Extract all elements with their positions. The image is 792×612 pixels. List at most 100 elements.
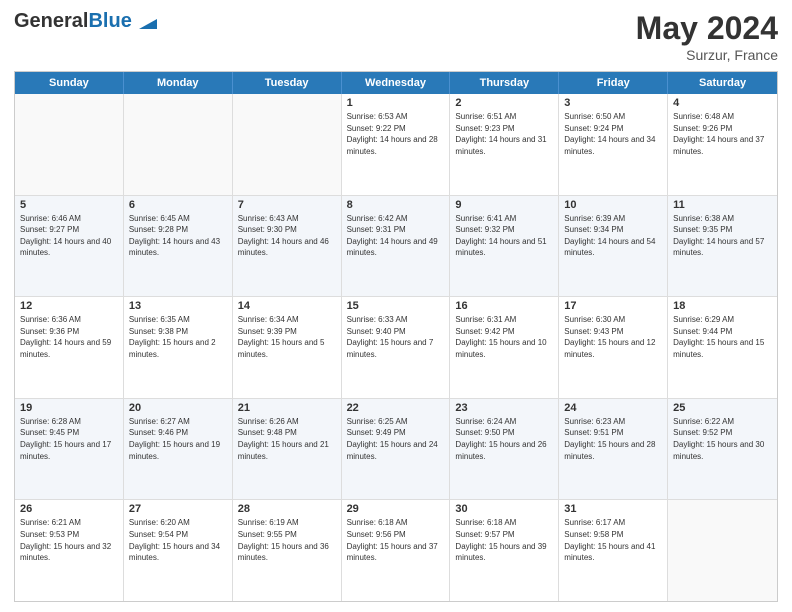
day-number: 23: [455, 402, 553, 414]
page: GeneralBlue May 2024 Surzur, France Sund…: [0, 0, 792, 612]
day-cell-11: 11Sunrise: 6:38 AM Sunset: 9:35 PM Dayli…: [668, 196, 777, 297]
cell-info: Sunrise: 6:21 AM Sunset: 9:53 PM Dayligh…: [20, 517, 118, 563]
day-cell-24: 24Sunrise: 6:23 AM Sunset: 9:51 PM Dayli…: [559, 399, 668, 500]
cell-info: Sunrise: 6:24 AM Sunset: 9:50 PM Dayligh…: [455, 416, 553, 462]
day-cell-3: 3 Sunrise: 6:50 AM Sunset: 9:24 PM Daylig…: [559, 94, 668, 195]
day-cell-13: 13 Sunrise: 6:35 AM Sunset: 9:38 PM Dayli…: [124, 297, 233, 398]
day-cell-8: 8 Sunrise: 6:42 AM Sunset: 9:31 PM Daylig…: [342, 196, 451, 297]
cell-info: Sunrise: 6:27 AM Sunset: 9:46 PM Dayligh…: [129, 416, 227, 462]
cell-info: Sunrise: 6:22 AM Sunset: 9:52 PM Dayligh…: [673, 416, 772, 462]
day-cell-1: 1 Sunrise: 6:53 AM Sunset: 9:22 PM Daylig…: [342, 94, 451, 195]
month-year: May 2024: [636, 10, 778, 47]
day-cell-23: 23 Sunrise: 6:24 AM Sunset: 9:50 PM Dayli…: [450, 399, 559, 500]
day-number: 3: [564, 97, 662, 109]
cell-info: Sunrise: 6:36 AM Sunset: 9:36 PM Dayligh…: [20, 314, 118, 360]
day-cell-28: 28Sunrise: 6:19 AM Sunset: 9:55 PM Dayli…: [233, 500, 342, 601]
day-number: 29: [347, 503, 445, 515]
cell-info: Sunrise: 6:26 AM Sunset: 9:48 PM Dayligh…: [238, 416, 336, 462]
empty-cell: [233, 94, 342, 195]
day-number: 7: [238, 199, 336, 211]
calendar: SundayMondayTuesdayWednesdayThursdayFrid…: [14, 71, 778, 602]
day-cell-30: 30Sunrise: 6:18 AM Sunset: 9:57 PM Dayli…: [450, 500, 559, 601]
day-number: 25: [673, 402, 772, 414]
day-number: 20: [129, 402, 227, 414]
cell-info: Sunrise: 6:39 AM Sunset: 9:34 PM Dayligh…: [564, 213, 662, 259]
day-number: 6: [129, 199, 227, 211]
day-number: 2: [455, 97, 553, 109]
cell-info: Sunrise: 6:41 AM Sunset: 9:32 PM Dayligh…: [455, 213, 553, 259]
cell-info: Sunrise: 6:18 AM Sunset: 9:57 PM Dayligh…: [455, 517, 553, 563]
cell-info: Sunrise: 6:45 AM Sunset: 9:28 PM Dayligh…: [129, 213, 227, 259]
empty-cell: [668, 500, 777, 601]
day-cell-9: 9 Sunrise: 6:41 AM Sunset: 9:32 PM Daylig…: [450, 196, 559, 297]
header-day-friday: Friday: [559, 72, 668, 94]
day-number: 27: [129, 503, 227, 515]
day-number: 9: [455, 199, 553, 211]
cell-info: Sunrise: 6:46 AM Sunset: 9:27 PM Dayligh…: [20, 213, 118, 259]
cell-info: Sunrise: 6:28 AM Sunset: 9:45 PM Dayligh…: [20, 416, 118, 462]
cell-info: Sunrise: 6:31 AM Sunset: 9:42 PM Dayligh…: [455, 314, 553, 360]
day-cell-21: 21 Sunrise: 6:26 AM Sunset: 9:48 PM Dayli…: [233, 399, 342, 500]
cell-info: Sunrise: 6:20 AM Sunset: 9:54 PM Dayligh…: [129, 517, 227, 563]
day-cell-27: 27 Sunrise: 6:20 AM Sunset: 9:54 PM Dayli…: [124, 500, 233, 601]
logo-blue: Blue: [88, 10, 131, 32]
day-cell-10: 10Sunrise: 6:39 AM Sunset: 9:34 PM Dayli…: [559, 196, 668, 297]
day-number: 1: [347, 97, 445, 109]
cell-info: Sunrise: 6:35 AM Sunset: 9:38 PM Dayligh…: [129, 314, 227, 360]
day-number: 18: [673, 300, 772, 312]
day-cell-26: 26 Sunrise: 6:21 AM Sunset: 9:53 PM Dayli…: [15, 500, 124, 601]
day-number: 13: [129, 300, 227, 312]
day-number: 16: [455, 300, 553, 312]
day-number: 17: [564, 300, 662, 312]
location: Surzur, France: [636, 47, 778, 63]
day-number: 11: [673, 199, 772, 211]
header-day-tuesday: Tuesday: [233, 72, 342, 94]
header: GeneralBlue May 2024 Surzur, France: [14, 10, 778, 63]
day-cell-31: 31Sunrise: 6:17 AM Sunset: 9:58 PM Dayli…: [559, 500, 668, 601]
day-cell-14: 14 Sunrise: 6:34 AM Sunset: 9:39 PM Dayli…: [233, 297, 342, 398]
calendar-week-4: 19Sunrise: 6:28 AM Sunset: 9:45 PM Dayli…: [15, 398, 777, 500]
calendar-header: SundayMondayTuesdayWednesdayThursdayFrid…: [15, 72, 777, 94]
day-number: 5: [20, 199, 118, 211]
day-cell-7: 7 Sunrise: 6:43 AM Sunset: 9:30 PM Daylig…: [233, 196, 342, 297]
cell-info: Sunrise: 6:33 AM Sunset: 9:40 PM Dayligh…: [347, 314, 445, 360]
day-number: 14: [238, 300, 336, 312]
cell-info: Sunrise: 6:29 AM Sunset: 9:44 PM Dayligh…: [673, 314, 772, 360]
day-number: 12: [20, 300, 118, 312]
calendar-week-3: 12 Sunrise: 6:36 AM Sunset: 9:36 PM Dayli…: [15, 296, 777, 398]
cell-info: Sunrise: 6:34 AM Sunset: 9:39 PM Dayligh…: [238, 314, 336, 360]
day-number: 15: [347, 300, 445, 312]
logo-icon: [139, 11, 157, 29]
day-cell-19: 19Sunrise: 6:28 AM Sunset: 9:45 PM Dayli…: [15, 399, 124, 500]
calendar-week-1: 1 Sunrise: 6:53 AM Sunset: 9:22 PM Daylig…: [15, 94, 777, 195]
calendar-body: 1 Sunrise: 6:53 AM Sunset: 9:22 PM Daylig…: [15, 94, 777, 601]
day-cell-29: 29Sunrise: 6:18 AM Sunset: 9:56 PM Dayli…: [342, 500, 451, 601]
header-day-wednesday: Wednesday: [342, 72, 451, 94]
day-cell-6: 6 Sunrise: 6:45 AM Sunset: 9:28 PM Daylig…: [124, 196, 233, 297]
cell-info: Sunrise: 6:50 AM Sunset: 9:24 PM Dayligh…: [564, 111, 662, 157]
header-day-monday: Monday: [124, 72, 233, 94]
cell-info: Sunrise: 6:23 AM Sunset: 9:51 PM Dayligh…: [564, 416, 662, 462]
logo-text: GeneralBlue: [14, 10, 157, 32]
empty-cell: [124, 94, 233, 195]
day-number: 21: [238, 402, 336, 414]
day-cell-18: 18 Sunrise: 6:29 AM Sunset: 9:44 PM Dayli…: [668, 297, 777, 398]
day-cell-15: 15 Sunrise: 6:33 AM Sunset: 9:40 PM Dayli…: [342, 297, 451, 398]
cell-info: Sunrise: 6:30 AM Sunset: 9:43 PM Dayligh…: [564, 314, 662, 360]
day-number: 26: [20, 503, 118, 515]
cell-info: Sunrise: 6:42 AM Sunset: 9:31 PM Dayligh…: [347, 213, 445, 259]
day-cell-16: 16 Sunrise: 6:31 AM Sunset: 9:42 PM Dayli…: [450, 297, 559, 398]
empty-cell: [15, 94, 124, 195]
cell-info: Sunrise: 6:25 AM Sunset: 9:49 PM Dayligh…: [347, 416, 445, 462]
day-number: 28: [238, 503, 336, 515]
cell-info: Sunrise: 6:53 AM Sunset: 9:22 PM Dayligh…: [347, 111, 445, 157]
day-number: 8: [347, 199, 445, 211]
header-day-sunday: Sunday: [15, 72, 124, 94]
title-block: May 2024 Surzur, France: [636, 10, 778, 63]
day-cell-2: 2Sunrise: 6:51 AM Sunset: 9:23 PM Daylig…: [450, 94, 559, 195]
day-cell-4: 4Sunrise: 6:48 AM Sunset: 9:26 PM Daylig…: [668, 94, 777, 195]
cell-info: Sunrise: 6:43 AM Sunset: 9:30 PM Dayligh…: [238, 213, 336, 259]
day-cell-12: 12 Sunrise: 6:36 AM Sunset: 9:36 PM Dayli…: [15, 297, 124, 398]
day-number: 4: [673, 97, 772, 109]
day-cell-5: 5 Sunrise: 6:46 AM Sunset: 9:27 PM Daylig…: [15, 196, 124, 297]
